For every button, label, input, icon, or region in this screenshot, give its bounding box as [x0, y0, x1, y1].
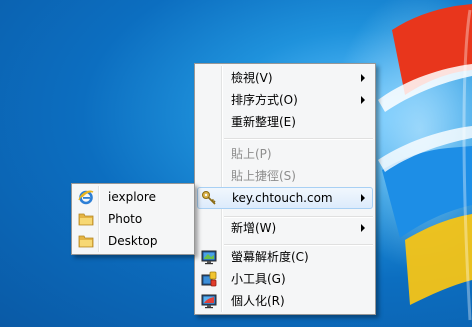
submenu-arrow-icon [361, 194, 365, 202]
submenu-arrow-icon [361, 74, 365, 82]
menu-item-label: 貼上捷徑(S) [231, 169, 296, 183]
submenu-item-label: Desktop [108, 234, 158, 248]
menu-separator [224, 138, 373, 140]
folder-icon [78, 213, 94, 226]
key-chtouch-submenu: iexplore Photo Desktop [71, 183, 195, 255]
menu-item-gadgets[interactable]: 小工具(G) [197, 268, 373, 290]
menu-item-paste-shortcut: 貼上捷徑(S) [197, 165, 373, 187]
menu-item-label: key.chtouch.com [232, 191, 333, 205]
menu-item-key-chtouch[interactable]: key.chtouch.com [197, 187, 373, 209]
menu-item-personalize[interactable]: 個人化(R) [197, 290, 373, 312]
gadgets-icon [201, 271, 217, 287]
submenu-item-label: iexplore [108, 190, 156, 204]
display-icon [201, 250, 217, 265]
menu-item-label: 檢視(V) [231, 71, 273, 85]
submenu-item-iexplore[interactable]: iexplore [74, 186, 192, 208]
key-icon [202, 191, 216, 205]
menu-item-label: 新增(W) [231, 221, 277, 235]
menu-item-label: 小工具(G) [231, 272, 286, 286]
menu-item-screen-resolution[interactable]: 螢幕解析度(C) [197, 246, 373, 268]
internet-explorer-icon [78, 190, 94, 205]
menu-item-label: 螢幕解析度(C) [231, 250, 309, 264]
submenu-item-desktop[interactable]: Desktop [74, 230, 192, 252]
menu-item-label: 貼上(P) [231, 147, 272, 161]
menu-item-new[interactable]: 新增(W) [197, 217, 373, 239]
folder-icon [78, 235, 94, 248]
menu-item-label: 排序方式(O) [231, 93, 298, 107]
personalize-icon [201, 294, 217, 309]
submenu-item-label: Photo [108, 212, 143, 226]
submenu-arrow-icon [361, 224, 365, 232]
menu-item-label: 重新整理(E) [231, 115, 296, 129]
submenu-arrow-icon [361, 96, 365, 104]
menu-item-paste: 貼上(P) [197, 143, 373, 165]
menu-item-label: 個人化(R) [231, 294, 285, 308]
menu-item-sort-by[interactable]: 排序方式(O) [197, 89, 373, 111]
menu-item-refresh[interactable]: 重新整理(E) [197, 111, 373, 133]
menu-item-view[interactable]: 檢視(V) [197, 67, 373, 89]
desktop-context-menu: 檢視(V) 排序方式(O) 重新整理(E) 貼上(P) 貼上捷徑(S) key.… [194, 63, 376, 315]
submenu-item-photo[interactable]: Photo [74, 208, 192, 230]
